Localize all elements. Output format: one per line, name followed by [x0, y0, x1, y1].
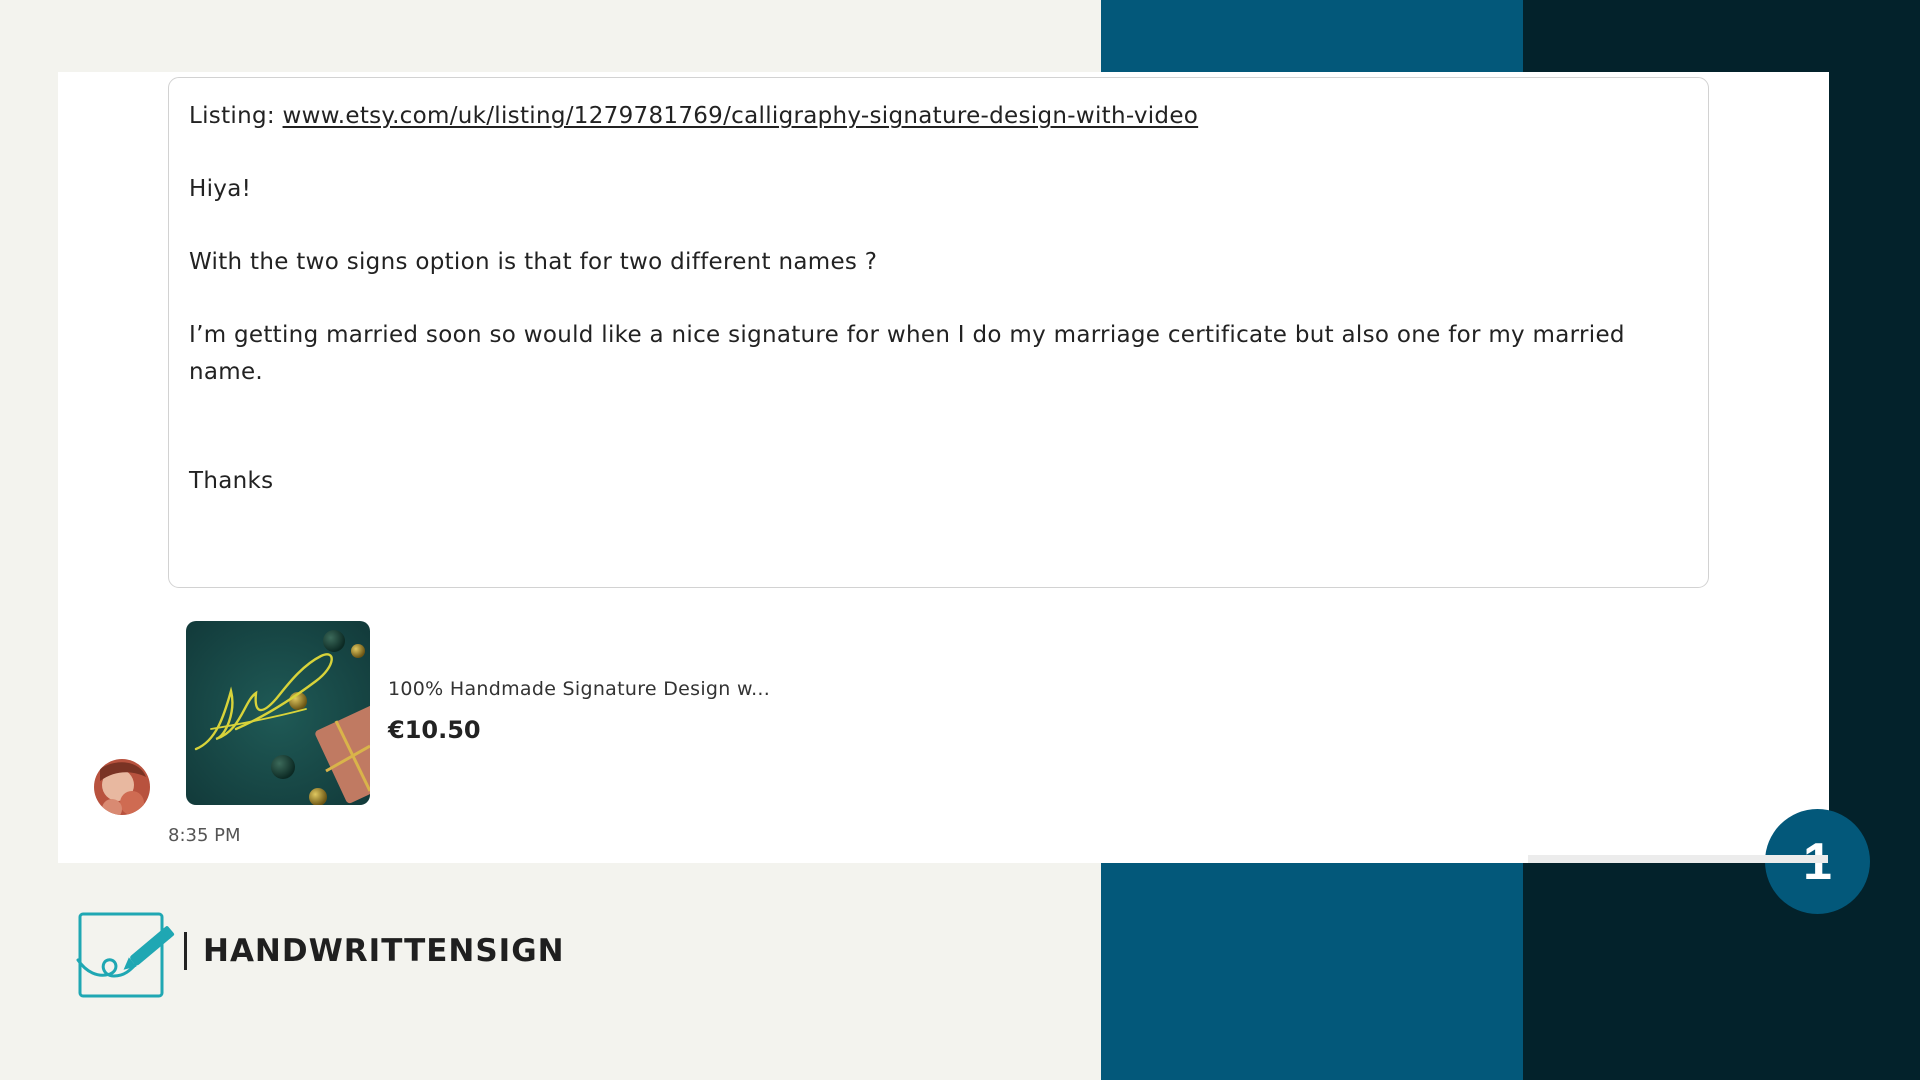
- message-body: I’m getting married soon so would like a…: [189, 322, 1625, 385]
- message-signoff: Thanks: [189, 468, 274, 494]
- message-bubble: Listing: www.etsy.com/uk/listing/1279781…: [168, 77, 1709, 588]
- listing-thumbnail-image: [186, 621, 370, 805]
- message-panel: Listing: www.etsy.com/uk/listing/1279781…: [58, 72, 1870, 914]
- listing-link[interactable]: www.etsy.com/uk/listing/1279781769/calli…: [283, 103, 1199, 129]
- message-timestamp: 8:35 PM: [168, 825, 241, 846]
- pen-signature-logo-icon: [76, 910, 186, 1000]
- message-greeting: Hiya!: [189, 176, 252, 202]
- listing-thumbnail[interactable]: [186, 621, 370, 805]
- panel-edge: [1528, 855, 1828, 863]
- listing-label: Listing:: [189, 103, 283, 129]
- listing-price: €10.50: [388, 716, 481, 744]
- avatar-image: [94, 759, 150, 815]
- brand-divider: [184, 932, 187, 970]
- brand-name: HANDWRITTENSIGN: [203, 933, 565, 969]
- message-question: With the two signs option is that for tw…: [189, 249, 878, 275]
- avatar[interactable]: [94, 759, 150, 815]
- listing-title[interactable]: 100% Handmade Signature Design w...: [388, 678, 770, 700]
- listing-line: Listing: www.etsy.com/uk/listing/1279781…: [189, 98, 1688, 135]
